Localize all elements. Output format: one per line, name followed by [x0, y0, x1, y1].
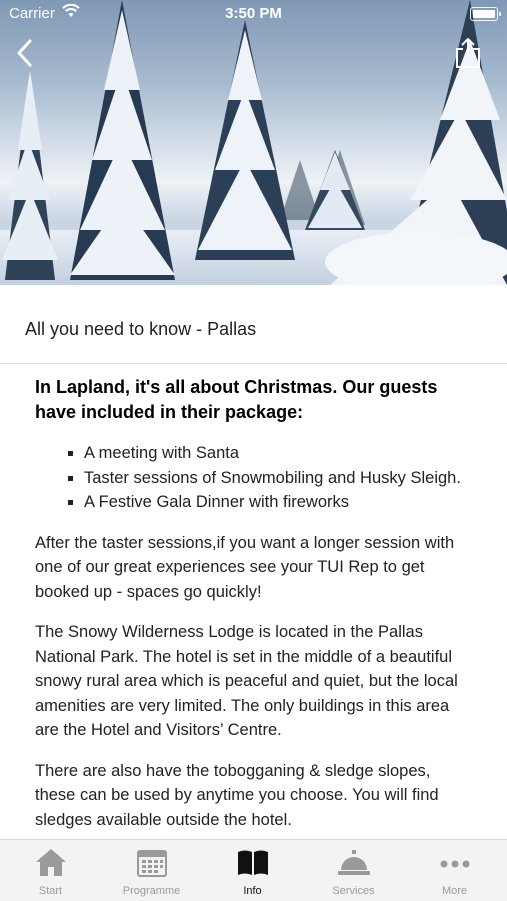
paragraph-taster: After the taster sessions,if you want a … — [35, 533, 455, 601]
status-bar: Carrier 3:50 PM — [0, 0, 507, 28]
clock: 3:50 PM — [225, 5, 282, 22]
package-list: A meeting with Santa Taster sessions of … — [35, 441, 475, 515]
tab-label: Services — [332, 885, 375, 897]
battery-icon — [470, 7, 501, 21]
article-content: In Lapland, it's all about Christmas. Ou… — [35, 375, 475, 848]
tab-label: Info — [243, 885, 262, 897]
paragraph-lodge: The Snowy Wilderness Lodge is located in… — [35, 623, 458, 739]
tab-label: More — [441, 885, 468, 897]
home-icon — [36, 849, 66, 876]
share-icon — [456, 38, 480, 68]
more-dots-icon — [440, 860, 470, 868]
list-item: A meeting with Santa — [84, 441, 475, 466]
service-bell-icon — [338, 850, 370, 875]
article-heading: In Lapland, it's all about Christmas. Ou… — [35, 377, 438, 422]
tab-start[interactable]: Start — [0, 840, 101, 901]
snowy-forest-image — [0, 0, 507, 285]
tab-bar: Start Programme Info Services More — [0, 839, 507, 901]
list-item: A Festive Gala Dinner with fireworks — [84, 490, 475, 515]
book-icon — [238, 850, 268, 875]
tab-label: Programme — [122, 885, 181, 897]
tab-label: Start — [38, 885, 63, 897]
chevron-left-icon — [17, 39, 32, 67]
hero-image — [0, 0, 507, 285]
calendar-icon — [137, 850, 167, 877]
tab-more[interactable]: More — [404, 840, 505, 901]
tab-services[interactable]: Services — [303, 840, 404, 901]
back-button[interactable] — [10, 36, 40, 70]
share-button[interactable] — [452, 36, 484, 70]
tab-info[interactable]: Info — [202, 840, 303, 901]
paragraph-slopes: There are also have the tobogganing & sl… — [35, 761, 439, 829]
list-item: Taster sessions of Snowmobiling and Husk… — [84, 466, 475, 491]
tab-programme[interactable]: Programme — [101, 840, 202, 901]
page-title: All you need to know - Pallas — [25, 319, 257, 339]
